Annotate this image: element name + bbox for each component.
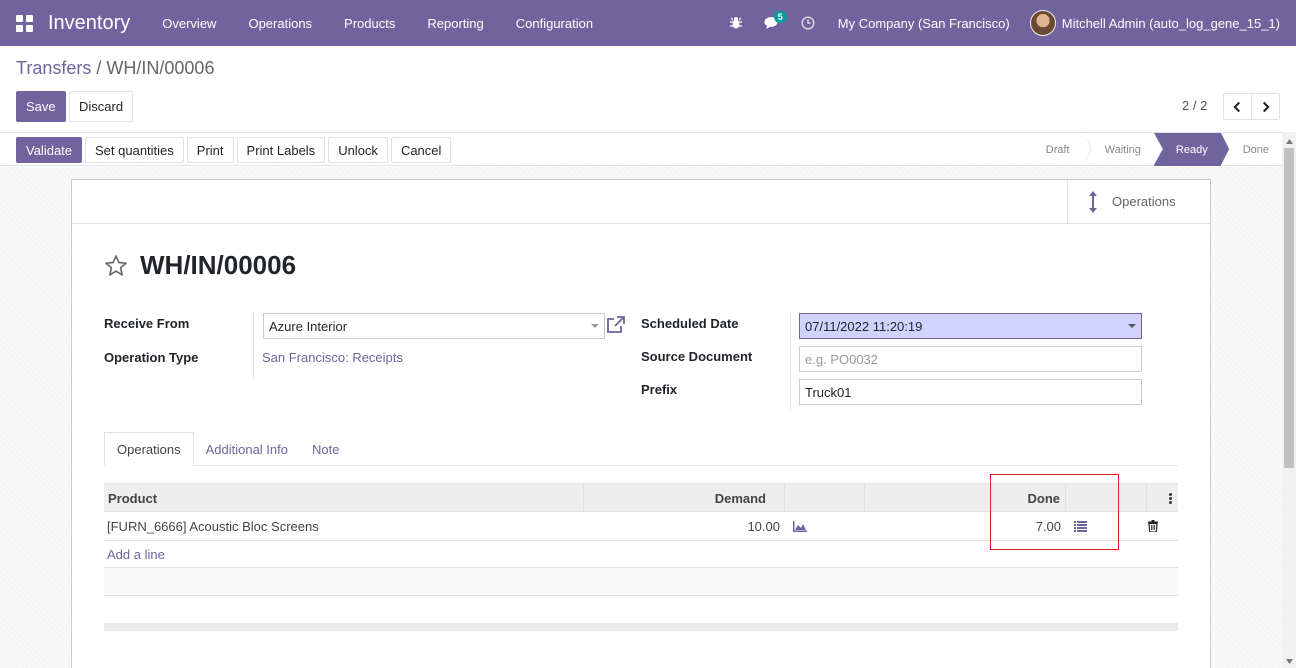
highlight-box: [990, 474, 1119, 550]
operation-type-value[interactable]: San Francisco: Receipts: [262, 350, 403, 365]
prefix-label: Prefix: [641, 382, 678, 397]
pager-value[interactable]: 2 / 2: [1182, 98, 1207, 113]
column-demand[interactable]: Demand: [584, 484, 785, 512]
scheduled-date-field[interactable]: 07/11/2022 11:20:19: [799, 313, 1142, 339]
column-settings-icon[interactable]: [1147, 484, 1178, 512]
user-name: Mitchell Admin (auto_log_gene_15_1): [1061, 15, 1280, 31]
chevron-down-icon[interactable]: [591, 324, 599, 328]
menu-operations[interactable]: Operations: [232, 0, 328, 46]
stage-pipeline: Draft Waiting Ready Done: [1036, 133, 1282, 166]
print-button[interactable]: Print: [186, 137, 234, 163]
table-footer-bar: [104, 623, 1178, 631]
unlock-button[interactable]: Unlock: [328, 137, 388, 163]
apps-menu-icon[interactable]: [0, 0, 48, 46]
operations-smart-label: Operations: [1112, 194, 1176, 209]
app-brand[interactable]: Inventory: [48, 12, 130, 35]
menu-products[interactable]: Products: [328, 0, 411, 46]
company-switcher[interactable]: My Company (San Francisco): [826, 16, 1030, 31]
save-button[interactable]: Save: [16, 91, 66, 122]
operation-type-label: Operation Type: [104, 350, 199, 365]
trash-icon[interactable]: [1148, 512, 1158, 540]
user-menu[interactable]: Mitchell Admin (auto_log_gene_15_1): [1029, 10, 1296, 36]
stage-draft: Draft: [1036, 133, 1092, 166]
stage-ready: Ready: [1153, 133, 1230, 166]
receive-from-label: Receive From: [104, 316, 190, 331]
tab-note[interactable]: Note: [300, 432, 351, 466]
breadcrumb: Transfers / WH/IN/00006: [16, 58, 214, 79]
top-navbar: Inventory Overview Operations Products R…: [0, 0, 1296, 46]
chat-icon[interactable]: 5: [754, 0, 790, 46]
record-title: WH/IN/00006: [140, 250, 297, 280]
pager-previous-button[interactable]: [1223, 93, 1252, 120]
stage-waiting: Waiting: [1083, 133, 1163, 166]
arrows-v-icon: [1089, 190, 1097, 213]
source-document-label: Source Document: [641, 349, 753, 364]
star-icon[interactable]: [104, 254, 128, 278]
form-sheet: Operations WH/IN/00006 Receive From Oper…: [71, 179, 1211, 668]
row-product[interactable]: [FURN_6666] Acoustic Bloc Screens: [107, 512, 319, 540]
forecast-chart-icon[interactable]: [793, 512, 807, 540]
receive-from-value: Azure Interior: [269, 318, 348, 334]
cancel-button[interactable]: Cancel: [390, 137, 452, 163]
field-divider: [790, 313, 791, 411]
set-quantities-button[interactable]: Set quantities: [85, 137, 184, 163]
prefix-field[interactable]: Truck01: [799, 379, 1142, 405]
stage-done: Done: [1242, 143, 1269, 156]
receive-from-field[interactable]: Azure Interior: [263, 313, 605, 339]
clock-icon[interactable]: [790, 0, 826, 46]
status-bar: Validate Set quantities Print Print Labe…: [0, 132, 1282, 166]
scheduled-date-label: Scheduled Date: [641, 316, 739, 331]
notebook-tabs: Operations Additional Info Note: [104, 432, 1178, 466]
button-box: Operations: [72, 180, 1210, 224]
tab-additional-info[interactable]: Additional Info: [194, 432, 300, 466]
validate-button[interactable]: Validate: [16, 137, 83, 163]
scroll-up-arrow-icon[interactable]: [1282, 134, 1296, 148]
scrollbar-thumb[interactable]: [1284, 148, 1294, 468]
add-a-line-link[interactable]: Add a line: [107, 547, 165, 562]
menu-overview[interactable]: Overview: [146, 0, 232, 46]
external-link-icon[interactable]: [606, 316, 626, 334]
column-product[interactable]: Product: [104, 484, 584, 512]
menu-configuration[interactable]: Configuration: [500, 0, 609, 46]
operations-smart-button[interactable]: Operations: [1067, 180, 1210, 223]
tab-operations[interactable]: Operations: [104, 432, 194, 466]
scheduled-date-value: 07/11/2022 11:20:19: [805, 318, 923, 334]
column-forecast: [785, 484, 865, 512]
chat-badge: 5: [773, 11, 787, 23]
bug-icon[interactable]: [718, 0, 754, 46]
row-demand: 10.00: [747, 518, 780, 534]
scroll-down-arrow-icon[interactable]: [1282, 654, 1296, 668]
pager-next-button[interactable]: [1251, 93, 1280, 120]
chevron-left-icon: [1233, 101, 1241, 112]
print-labels-button[interactable]: Print Labels: [236, 137, 326, 163]
discard-button[interactable]: Discard: [69, 91, 134, 122]
breadcrumb-separator: /: [96, 58, 102, 78]
chevron-right-icon: [1262, 101, 1270, 112]
source-document-field[interactable]: e.g. PO0032: [799, 346, 1142, 372]
menu-reporting[interactable]: Reporting: [411, 0, 499, 46]
avatar: [1029, 10, 1056, 36]
empty-row: [104, 568, 1178, 596]
chevron-down-icon[interactable]: [1128, 324, 1136, 328]
breadcrumb-transfers[interactable]: Transfers: [16, 58, 91, 78]
breadcrumb-current: WH/IN/00006: [106, 58, 215, 78]
field-divider: [253, 313, 254, 380]
